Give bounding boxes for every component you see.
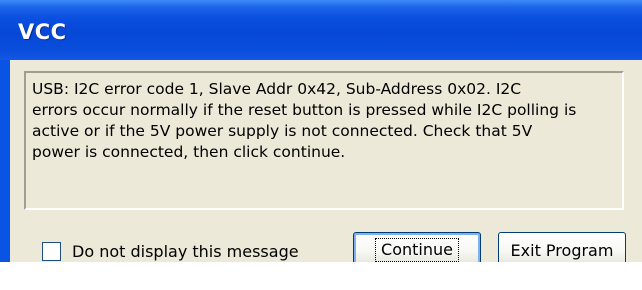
message-line: power is connected, then click continue. bbox=[32, 143, 346, 161]
continue-button-label: Continue bbox=[375, 238, 459, 262]
window-title: VCC bbox=[18, 20, 67, 44]
error-message: USB: I2C error code 1, Slave Addr 0x42, … bbox=[32, 79, 616, 163]
background-strip bbox=[0, 262, 642, 290]
message-line: active or if the 5V power supply is not … bbox=[32, 122, 533, 140]
message-line: errors occur normally if the reset butto… bbox=[32, 101, 577, 119]
do-not-display-checkbox[interactable] bbox=[42, 241, 61, 261]
exit-program-button-label: Exit Program bbox=[510, 240, 614, 260]
do-not-display-label[interactable]: Do not display this message bbox=[72, 242, 299, 261]
message-box: USB: I2C error code 1, Slave Addr 0x42, … bbox=[24, 71, 624, 210]
title-bar[interactable]: VCC bbox=[0, 0, 642, 60]
message-line: USB: I2C error code 1, Slave Addr 0x42, … bbox=[32, 80, 522, 98]
